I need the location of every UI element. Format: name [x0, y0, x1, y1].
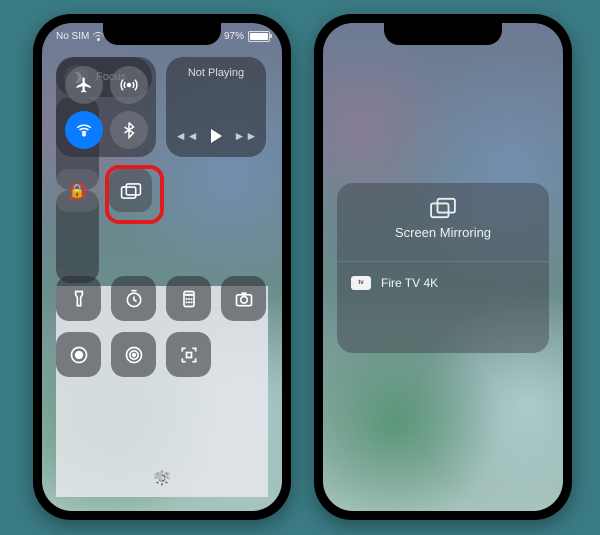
screen-record-tile[interactable] [56, 332, 101, 377]
control-center: Not Playing ◄◄ ►► 🔒 [56, 57, 268, 497]
now-playing-label: Not Playing [166, 67, 266, 79]
battery-icon [248, 31, 270, 42]
camera-icon [234, 289, 254, 309]
notch [384, 23, 502, 45]
device-name: Fire TV 4K [381, 276, 438, 290]
qr-icon [179, 345, 199, 365]
airplane-icon [75, 76, 93, 94]
bluetooth-icon [120, 121, 138, 139]
notch [103, 23, 221, 45]
lock-icon: 🔒 [69, 183, 85, 199]
flashlight-tile[interactable] [56, 276, 101, 321]
device-type-badge: tv [351, 276, 371, 290]
media-panel[interactable]: Not Playing ◄◄ ►► [166, 57, 266, 157]
play-button[interactable] [211, 129, 222, 143]
carrier-label: No SIM [56, 31, 89, 42]
bluetooth-toggle[interactable] [110, 111, 148, 149]
airplane-mode-toggle[interactable] [65, 66, 103, 104]
screen-left: No SIM ➤ 97% [42, 23, 282, 511]
timer-icon [124, 289, 144, 309]
screen-mirroring-title: Screen Mirroring [395, 225, 491, 240]
connectivity-panel[interactable] [56, 57, 156, 157]
timer-tile[interactable] [111, 276, 156, 321]
calculator-tile[interactable] [166, 276, 211, 321]
record-icon [69, 345, 89, 365]
accessibility-icon [124, 345, 144, 365]
iphone-right-mockup: Screen Mirroring tv Fire TV 4K [314, 14, 572, 520]
rotation-lock-tile[interactable]: 🔒 [56, 169, 99, 212]
screen-mirroring-tile[interactable] [109, 169, 152, 212]
wifi-icon [75, 121, 93, 139]
screen-mirroring-sheet: Screen Mirroring tv Fire TV 4K [337, 183, 549, 353]
cellular-data-toggle[interactable] [110, 66, 148, 104]
prev-track-button[interactable]: ◄◄ [175, 129, 199, 143]
screen-right: Screen Mirroring tv Fire TV 4K [323, 23, 563, 511]
screen-mirroring-icon [120, 182, 142, 200]
battery-percent: 97% [224, 31, 244, 42]
calculator-icon [179, 289, 199, 309]
screen-mirroring-icon [429, 197, 457, 219]
qr-scan-tile[interactable] [166, 332, 211, 377]
wifi-toggle[interactable] [65, 111, 103, 149]
flashlight-icon [69, 289, 89, 309]
camera-tile[interactable] [221, 276, 266, 321]
mirroring-device-row[interactable]: tv Fire TV 4K [337, 261, 549, 304]
next-track-button[interactable]: ►► [234, 129, 258, 143]
accessibility-tile[interactable] [111, 332, 156, 377]
cellular-icon [120, 76, 138, 94]
volume-mute-icon [152, 467, 172, 485]
iphone-left-mockup: No SIM ➤ 97% [33, 14, 291, 520]
